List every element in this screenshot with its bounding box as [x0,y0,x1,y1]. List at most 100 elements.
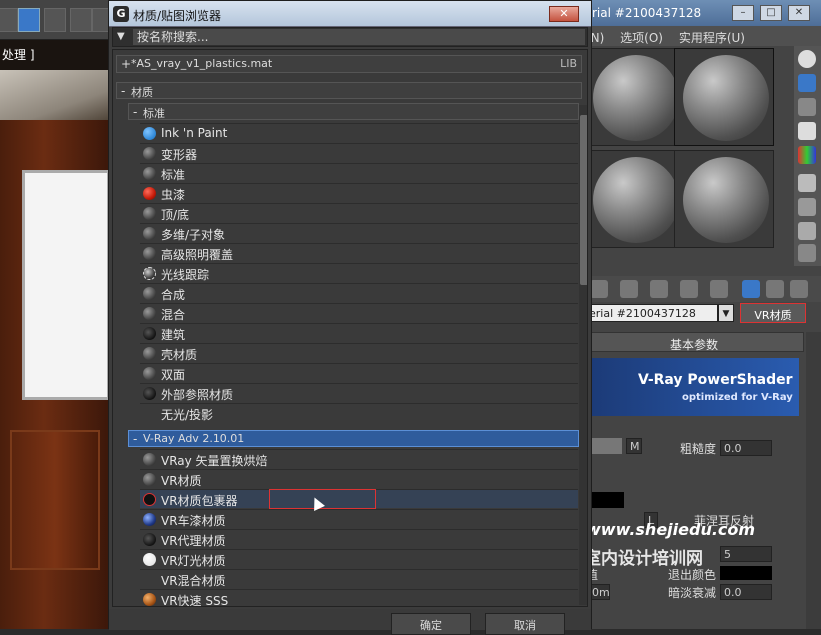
menu-item-utilities[interactable]: 实用程序(U) [679,31,745,45]
library-group[interactable]: + *AS_vray_v1_plastics.mat LIB [116,55,582,73]
material-item-vr-car-paint[interactable]: VR车漆材质 [140,509,578,528]
material-editor: rial #2100437128 – □ ✕ (N) 选项(O) 实用程序(U)… [584,0,821,629]
material-item-top-bottom[interactable]: 顶/底 [140,203,578,222]
material-name-field[interactable]: erial #2100437128 [584,304,718,322]
material-item-ink-n-paint[interactable]: Ink 'n Paint [140,123,578,142]
item-label: VR材质 [161,474,202,488]
material-editor-toolbar [584,276,821,302]
select-object-icon[interactable] [18,8,40,32]
roughness-input[interactable]: 0.0 [720,440,772,456]
material-item-morpher[interactable]: 变形器 [140,143,578,162]
collapse-icon[interactable]: - [133,105,137,119]
material-slot[interactable] [584,48,684,146]
group-vray-adv[interactable]: - V-Ray Adv 2.10.01 [128,430,579,447]
background-icon[interactable] [798,98,816,116]
material-item-vr-material[interactable]: VR材质 [140,469,578,488]
browser-options-icon[interactable]: ▼ [117,31,125,42]
material-item-shell[interactable]: 壳材质 [140,343,578,362]
select-by-name-icon[interactable] [44,8,66,32]
item-label: 混合 [161,308,186,322]
item-label: 无光/投影 [161,408,214,422]
video-color-icon[interactable] [798,146,816,164]
menu-item-options[interactable]: 选项(O) [620,31,663,45]
expand-icon[interactable]: + [121,57,131,71]
material-item-double-sided[interactable]: 双面 [140,363,578,382]
material-item-matte-shadow[interactable]: 无光/投影 [140,403,578,422]
material-item-standard[interactable]: 标准 [140,163,578,182]
material-ball-icon [143,207,156,220]
reflect-color-swatch[interactable] [592,492,624,508]
basic-parameters-rollout[interactable]: 基本参数 [584,332,804,352]
material-item-advanced-lighting-override[interactable]: 高级照明覆盖 [140,243,578,262]
material-item-vr-proxy-material[interactable]: VR代理材质 [140,529,578,548]
material-slot[interactable] [674,150,774,248]
toolbar-dropdown-icon[interactable] [0,8,18,32]
material-item-vr-light-material[interactable]: VR灯光材质 [140,549,578,568]
tree-scrollbar[interactable] [579,105,587,605]
material-item-blend[interactable]: 混合 [140,303,578,322]
material-item-shellac[interactable]: 虫漆 [140,183,578,202]
sample-slot-sidebar [794,46,821,266]
material-editor-title: rial #2100437128 [592,6,702,20]
material-name-dropdown-icon[interactable]: ▼ [718,304,734,322]
make-preview-icon[interactable] [798,174,816,192]
viewport[interactable]: 处理 ] [0,0,110,629]
sample-type-icon[interactable] [798,50,816,68]
material-item-raytrace[interactable]: 光线跟踪 [140,263,578,282]
architectural-ball-icon [143,327,156,340]
material-item-composite[interactable]: 合成 [140,283,578,302]
subdivs-input[interactable]: 5 [720,546,772,562]
watermark-url: www.shejiedu.com [586,520,756,539]
material-map-browser: G 材质/贴图浏览器 ✕ ▼ + *AS_vray_v1_plastics.ma… [108,0,592,635]
put-to-scene-icon[interactable] [590,280,608,298]
scene-projection-screen [22,170,110,400]
go-to-parent-icon[interactable] [790,280,808,298]
group-label: V-Ray Adv 2.10.01 [143,432,245,445]
diffuse-map-button[interactable]: M [626,438,642,454]
material-type-button[interactable]: VR材质 [740,303,806,323]
close-icon[interactable]: ✕ [549,6,579,22]
rollout-scrollbar[interactable] [806,332,821,629]
search-input[interactable] [133,29,585,45]
diffuse-color-swatch[interactable] [592,438,622,454]
show-end-result-icon[interactable] [766,280,784,298]
uv-tiling-icon[interactable] [798,122,816,140]
put-to-library-icon[interactable] [710,280,728,298]
material-item-vr-fast-sss[interactable]: VR快速 SSS [140,589,578,606]
select-by-material-icon[interactable] [798,222,816,240]
material-item-multi-sub-object[interactable]: 多维/子对象 [140,223,578,242]
dim-falloff-input[interactable]: 0.0 [720,584,772,600]
material-item-vr-blend-material[interactable]: VR混合材质 [140,569,578,588]
maximize-icon[interactable]: □ [760,5,782,21]
material-slot[interactable] [674,48,774,146]
backlight-icon[interactable] [798,74,816,92]
show-map-icon[interactable] [742,280,760,298]
collapse-icon[interactable]: - [121,84,125,98]
viewport-label[interactable]: 处理 ] [0,46,110,66]
material-item-architectural[interactable]: 建筑 [140,323,578,342]
ok-button[interactable]: 确定 [391,613,471,635]
material-slot[interactable] [584,150,684,248]
exit-color-swatch[interactable] [720,566,772,580]
assign-material-icon[interactable] [620,280,638,298]
reset-map-icon[interactable] [650,280,668,298]
material-item-vray-vector-displacement-bake[interactable]: VRay 矢量置换烘焙 [140,449,578,468]
item-label: 变形器 [161,148,198,162]
select-region-icon[interactable] [70,8,92,32]
material-item-xref[interactable]: 外部参照材质 [140,383,578,402]
group-standard[interactable]: - 标准 [128,103,579,120]
collapse-icon[interactable]: - [133,432,137,446]
make-unique-icon[interactable] [680,280,698,298]
group-materials[interactable]: - 材质 [116,82,582,99]
material-navigator-icon[interactable] [798,244,816,262]
material-ball-icon [143,247,156,260]
xref-ball-icon [143,387,156,400]
minimize-icon[interactable]: – [732,5,754,21]
tree-scrollbar-thumb[interactable] [580,115,587,285]
close-icon[interactable]: ✕ [788,5,810,21]
cancel-button[interactable]: 取消 [485,613,565,635]
material-sphere [593,55,679,141]
material-sphere [683,55,769,141]
item-label: 高级照明覆盖 [161,248,234,262]
options-icon[interactable] [798,198,816,216]
